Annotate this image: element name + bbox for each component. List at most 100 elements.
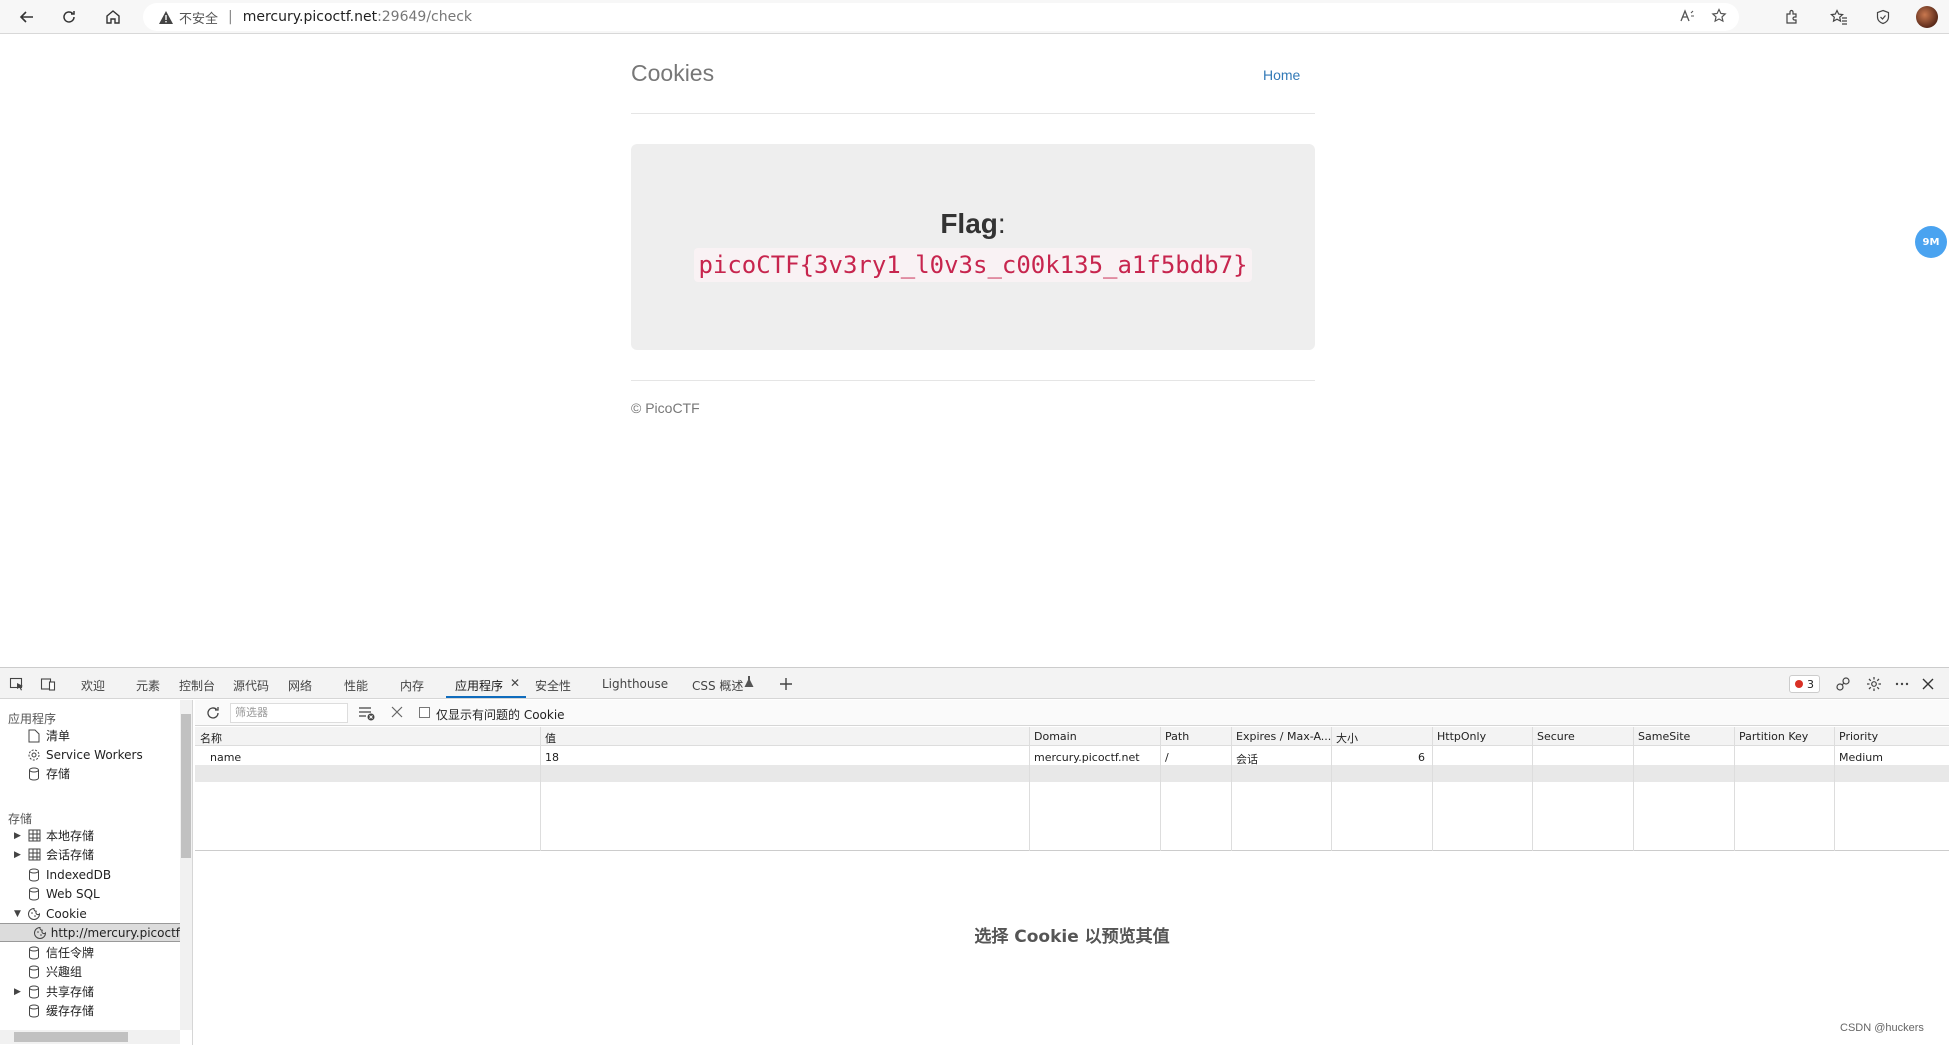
tab-css-overview[interactable]: CSS 概述 <box>692 677 743 694</box>
sidebar-item-cookie-origin[interactable]: http://mercury.picoctf <box>0 923 180 942</box>
cookie-name-cell[interactable]: name <box>210 751 241 764</box>
error-count: 3 <box>1807 677 1814 691</box>
cookie-priority-cell[interactable]: Medium <box>1839 751 1883 764</box>
scrollbar-thumb[interactable] <box>181 714 191 858</box>
database-icon <box>26 964 42 980</box>
experiment-flask-icon <box>744 676 754 691</box>
flag-panel: Flag: picoCTF{3v3ry1_l0v3s_c00k135_a1f5b… <box>631 144 1315 350</box>
tab-memory[interactable]: 内存 <box>400 677 424 694</box>
tab-security[interactable]: 安全性 <box>535 677 571 694</box>
cookie-size-cell[interactable]: 6 <box>1418 751 1425 764</box>
cookie-filter-input[interactable]: 筛选器 <box>230 703 348 723</box>
cookie-path-cell[interactable]: / <box>1165 751 1169 764</box>
cookie-expires-cell[interactable]: 会话 <box>1236 751 1258 767</box>
expand-arrow-icon[interactable]: ▶ <box>14 831 26 841</box>
error-count-badge[interactable]: 3 <box>1789 675 1820 693</box>
refresh-icon[interactable] <box>205 705 221 724</box>
sidebar-item-trust-tokens[interactable]: 信任令牌 <box>0 943 178 962</box>
error-icon <box>1795 680 1803 688</box>
tab-sources[interactable]: 源代码 <box>233 677 269 694</box>
column-divider <box>540 727 541 851</box>
more-tabs-plus-icon[interactable] <box>777 675 795 693</box>
sidebar-item-web-sql[interactable]: Web SQL <box>0 884 178 903</box>
collapse-arrow-icon[interactable]: ▼ <box>14 909 26 919</box>
column-divider <box>1231 727 1232 851</box>
tab-console[interactable]: 控制台 <box>179 677 215 694</box>
floating-badge[interactable]: 9M <box>1915 226 1947 258</box>
column-divider <box>1160 727 1161 851</box>
sidebar-item-session-storage[interactable]: ▶ 会话存储 <box>0 845 178 864</box>
inspect-element-icon[interactable] <box>8 675 26 693</box>
settings-gear-icon[interactable] <box>1865 675 1883 693</box>
sidebar-horizontal-scrollbar[interactable] <box>0 1030 180 1044</box>
insecure-label[interactable]: 不安全 <box>179 8 218 27</box>
url-path: :29649/check <box>377 9 473 25</box>
sidebar-item-cookie[interactable]: ▼ Cookie <box>0 904 178 923</box>
sidebar-item-storage-overview[interactable]: 存储 <box>0 764 178 783</box>
table-grid-icon <box>26 847 42 863</box>
extensions-icon[interactable] <box>1779 4 1805 30</box>
scrollbar-thumb[interactable] <box>14 1032 128 1042</box>
column-divider <box>1331 727 1332 851</box>
column-header-path[interactable]: Path <box>1165 730 1189 743</box>
customize-connect-icon[interactable] <box>1834 675 1852 693</box>
home-icon[interactable] <box>100 4 126 30</box>
profile-avatar[interactable] <box>1916 6 1938 28</box>
sidebar-item-service-workers[interactable]: Service Workers <box>0 745 178 764</box>
cookie-value-cell[interactable]: 18 <box>545 751 559 764</box>
sidebar-item-label: 缓存存储 <box>46 1004 95 1018</box>
reload-icon[interactable] <box>56 4 82 30</box>
database-icon <box>26 1003 42 1019</box>
more-options-icon[interactable] <box>1893 675 1911 693</box>
expand-arrow-icon[interactable]: ▶ <box>14 987 26 997</box>
device-emulation-icon[interactable] <box>39 675 57 693</box>
browser-essentials-icon[interactable] <box>1870 4 1896 30</box>
read-aloud-icon[interactable] <box>1679 8 1695 28</box>
tab-close-icon[interactable]: ✕ <box>510 676 520 690</box>
sidebar-item-local-storage[interactable]: ▶ 本地存储 <box>0 826 178 845</box>
database-icon <box>26 766 42 782</box>
column-header-secure[interactable]: Secure <box>1537 730 1575 743</box>
home-link[interactable]: Home <box>1263 67 1300 83</box>
tab-lighthouse[interactable]: Lighthouse <box>602 677 668 691</box>
footer-divider <box>631 380 1315 381</box>
column-header-partition-key[interactable]: Partition Key <box>1739 730 1808 743</box>
tab-application[interactable]: 应用程序 <box>455 677 503 694</box>
sidebar-item-interest-groups[interactable]: 兴趣组 <box>0 962 178 981</box>
only-issues-checkbox[interactable] <box>419 707 430 718</box>
column-header-domain[interactable]: Domain <box>1034 730 1077 743</box>
column-header-expires[interactable]: Expires / Max-A... <box>1236 730 1331 743</box>
column-header-samesite[interactable]: SameSite <box>1638 730 1690 743</box>
tab-network[interactable]: 网络 <box>288 677 312 694</box>
sidebar-item-cache-storage[interactable]: 缓存存储 <box>0 1001 178 1020</box>
tab-welcome[interactable]: 欢迎 <box>81 677 105 694</box>
active-tab-indicator <box>446 696 526 698</box>
back-icon[interactable] <box>14 4 40 30</box>
column-header-name[interactable]: 名称 <box>200 730 222 746</box>
favorite-add-icon[interactable] <box>1711 8 1727 28</box>
column-header-priority[interactable]: Priority <box>1839 730 1878 743</box>
sidebar-item-manifest[interactable]: 清单 <box>0 726 178 745</box>
column-header-value[interactable]: 值 <box>545 730 556 746</box>
column-divider <box>1532 727 1533 851</box>
column-header-size[interactable]: 大小 <box>1336 730 1358 746</box>
sidebar-item-indexeddb[interactable]: IndexedDB <box>0 865 178 884</box>
clear-all-cookies-icon[interactable] <box>358 705 376 724</box>
delete-selected-icon[interactable] <box>390 705 404 722</box>
tab-elements[interactable]: 元素 <box>136 677 160 694</box>
sidebar-item-label: 清单 <box>46 729 71 743</box>
devtools-tab-bar: 欢迎 元素 控制台 源代码 网络 性能 内存 应用程序 ✕ 安全性 Lighth… <box>0 668 1949 699</box>
address-bar[interactable]: 不安全 | mercury.picoctf.net:29649/check <box>143 3 1739 31</box>
application-sidebar: 应用程序 清单 Service Workers 存储 存储 ▶ 本地存储 ▶ 会… <box>0 700 193 1045</box>
expand-arrow-icon[interactable]: ▶ <box>14 850 26 860</box>
sidebar-vertical-scrollbar[interactable] <box>180 700 192 1030</box>
column-header-httponly[interactable]: HttpOnly <box>1437 730 1486 743</box>
sidebar-item-shared-storage[interactable]: ▶ 共享存储 <box>0 982 178 1001</box>
gear-icon <box>26 747 42 763</box>
flag-heading: Flag: <box>631 208 1315 240</box>
sidebar-section-storage: 存储 <box>8 812 33 826</box>
close-devtools-icon[interactable] <box>1919 675 1937 693</box>
cookie-domain-cell[interactable]: mercury.picoctf.net <box>1034 751 1140 764</box>
tab-performance[interactable]: 性能 <box>344 677 368 694</box>
favorites-icon[interactable] <box>1826 4 1852 30</box>
